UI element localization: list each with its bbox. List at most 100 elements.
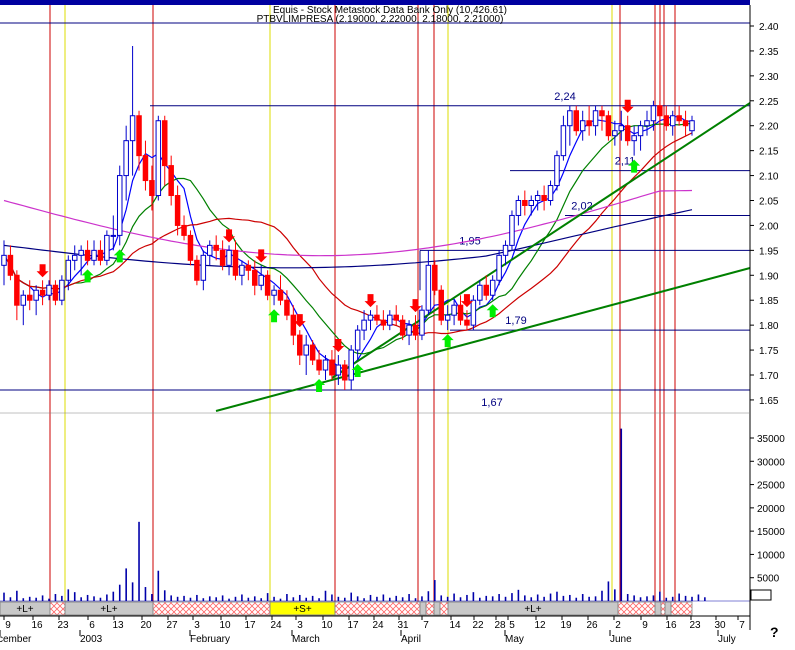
candle-body <box>219 249 226 266</box>
price-tick-label: 2.25 <box>759 97 779 108</box>
candle-body <box>335 364 342 376</box>
volume-tick-label: 20000 <box>757 504 785 515</box>
x-tick-label: 6 <box>89 620 95 631</box>
candle-body <box>232 249 239 276</box>
candle-body <box>374 314 380 321</box>
candle-body <box>457 304 464 321</box>
candle-body <box>207 244 213 256</box>
candle-body <box>187 234 194 261</box>
candle-body <box>264 274 271 296</box>
candle-body <box>528 200 535 206</box>
candle-body <box>97 249 104 261</box>
candle-body <box>592 110 599 127</box>
x-tick-label: 9 <box>5 620 11 631</box>
candle-body <box>573 110 580 132</box>
signal-band-small <box>654 601 662 616</box>
candle-body <box>496 254 502 281</box>
x-tick-label: 20 <box>140 620 152 631</box>
x-tick-label: 22 <box>472 620 484 631</box>
candle-body <box>258 274 264 286</box>
candle-body <box>489 279 496 296</box>
price-tick-label: 1.65 <box>759 396 779 407</box>
price-tick-label: 2.35 <box>759 47 779 58</box>
candle-body <box>522 200 528 206</box>
candle-body <box>123 140 129 177</box>
price-tick-label: 2.40 <box>759 22 779 33</box>
candle-body <box>168 165 174 197</box>
candle-body <box>618 125 625 132</box>
candle-body <box>682 120 689 127</box>
signal-band-label: +L+ <box>16 604 33 615</box>
price-tick-label: 1.90 <box>759 271 779 282</box>
candle-body <box>155 120 162 197</box>
candle-body <box>194 259 200 281</box>
candle-body <box>104 234 110 261</box>
candle-body <box>380 319 387 326</box>
candle-body <box>239 264 245 276</box>
candle-body <box>329 359 335 376</box>
candle-body <box>502 244 509 256</box>
candle-body <box>637 125 644 137</box>
candle-body <box>387 314 393 326</box>
x-tick-label: 10 <box>321 620 333 631</box>
candle-body <box>136 115 142 157</box>
x-tick-label: 26 <box>586 620 598 631</box>
level-label: 2,02 <box>571 200 592 212</box>
price-tick-label: 2.20 <box>759 122 779 133</box>
candle-body <box>515 200 522 216</box>
level-label: 2,24 <box>554 91 575 103</box>
candle-body <box>271 289 277 296</box>
month-label: March <box>292 634 320 645</box>
candle-body <box>129 115 136 142</box>
candle-body <box>303 344 309 356</box>
volume-tick-label: 10000 <box>757 550 785 561</box>
month-label: 2003 <box>80 634 103 645</box>
candle-body <box>59 279 65 301</box>
stock-chart: 2,242,112,021,951,791,67 +L+ +L+ +S+ +L+ 2.… <box>0 0 795 645</box>
candle-body <box>554 155 560 187</box>
candle-body <box>470 299 477 326</box>
volume-scale-box <box>750 589 772 601</box>
x-tick-label: 23 <box>57 620 69 631</box>
candle-body <box>297 334 303 356</box>
candle-body <box>419 309 425 336</box>
candle-body <box>1 254 7 266</box>
candle-body <box>84 249 91 261</box>
candle-body <box>174 195 181 226</box>
x-tick-label: 14 <box>449 620 461 631</box>
price-tick-label: 1.80 <box>759 321 779 332</box>
month-label: June <box>610 634 632 645</box>
candle-body <box>33 289 39 301</box>
x-tick-label: 24 <box>372 620 384 631</box>
price-tick-label: 2.10 <box>759 172 779 183</box>
month-label: July <box>718 634 736 645</box>
signal-band-small <box>664 601 672 616</box>
x-tick-label: 24 <box>270 620 282 631</box>
x-tick-label: 2 <box>615 620 621 631</box>
candle-body <box>20 294 27 306</box>
x-tick-label: 13 <box>112 620 124 631</box>
price-tick-label: 2.00 <box>759 221 779 232</box>
candle-body <box>631 135 637 142</box>
candle-body <box>438 289 444 321</box>
candle-body <box>7 254 14 276</box>
x-tick-label: 19 <box>560 620 572 631</box>
candle-body <box>444 314 451 321</box>
candle-body <box>541 195 547 201</box>
signal-band-small <box>433 601 441 616</box>
price-tick-label: 2.30 <box>759 72 779 83</box>
candle-body <box>669 115 676 127</box>
candle-body <box>200 254 207 281</box>
month-label: April <box>401 634 421 645</box>
candle-body <box>412 324 419 336</box>
corner-question-mark: ? <box>770 624 779 640</box>
volume-tick-label: 35000 <box>757 434 785 445</box>
candle-body <box>451 304 457 316</box>
candle-body <box>116 175 123 236</box>
x-tick-label: 28 <box>494 620 506 631</box>
candle-body <box>245 264 252 271</box>
candle-body <box>367 314 374 321</box>
candle-body <box>509 214 515 246</box>
candle-body <box>181 224 187 236</box>
signal-band-small <box>419 601 427 616</box>
